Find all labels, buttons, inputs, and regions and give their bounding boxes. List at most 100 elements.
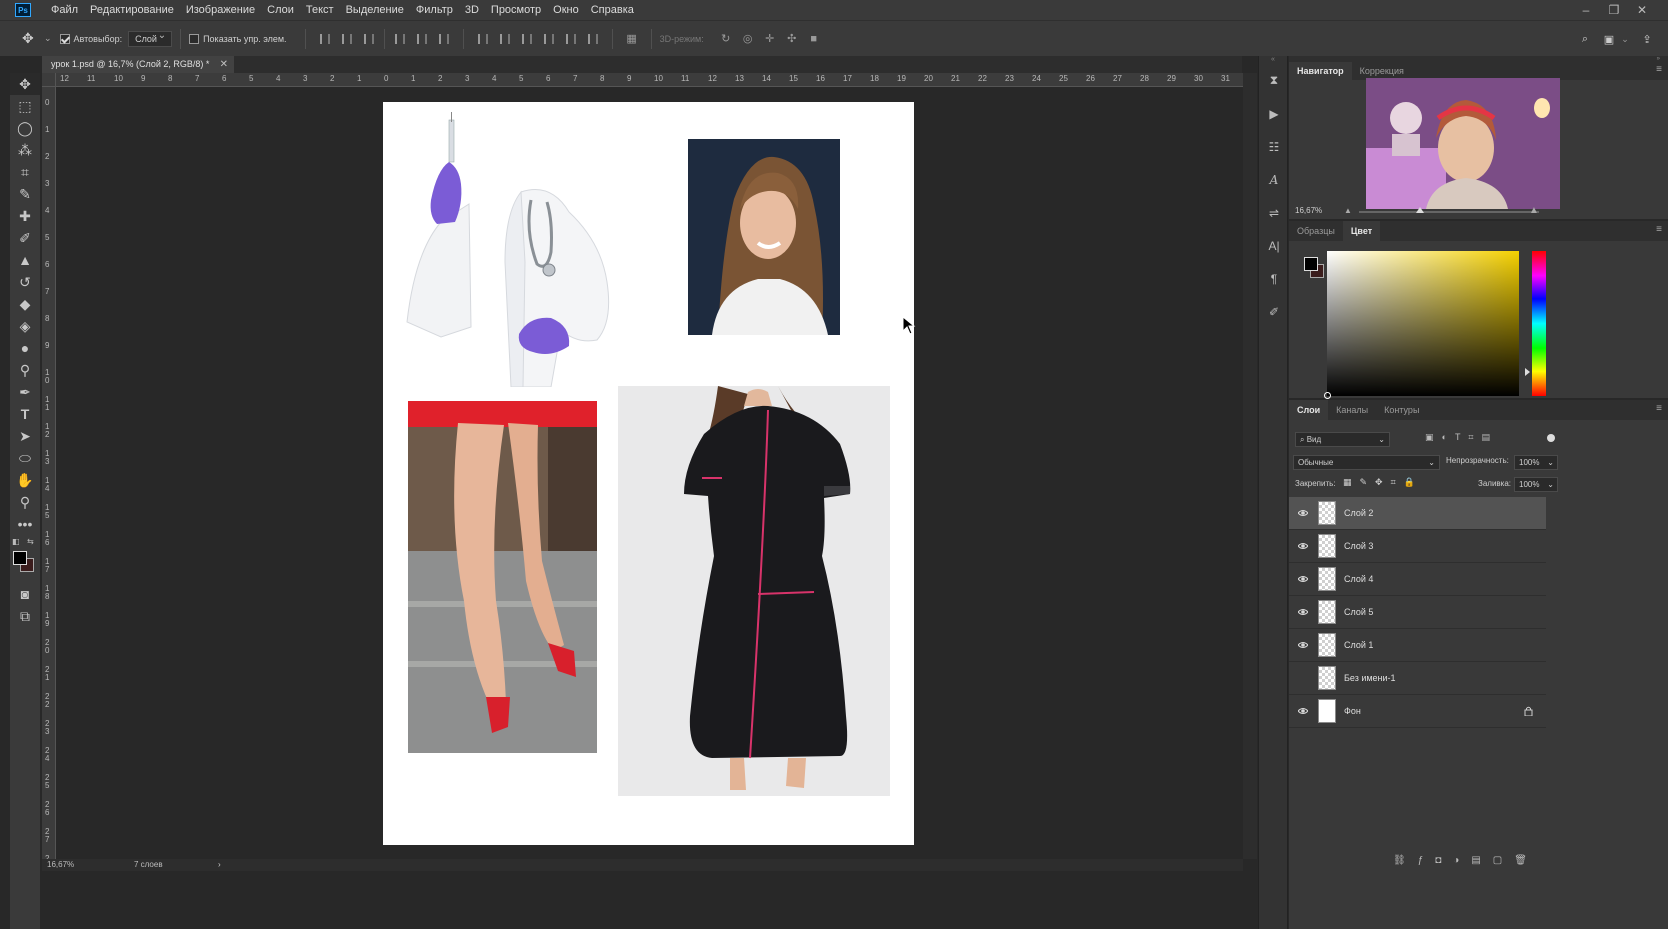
layer-row[interactable]: Слой 3 [1289, 530, 1546, 563]
brush-settings-panel-icon[interactable]: ✐ [1259, 295, 1289, 328]
stamp-tool-icon[interactable]: ▲ [10, 249, 40, 271]
layer-row[interactable]: Слой 5 [1289, 596, 1546, 629]
menu-item[interactable]: Изображение [180, 0, 261, 20]
paragraph-panel-icon[interactable]: ¶ [1259, 262, 1289, 295]
document-tab[interactable]: урок 1.psd @ 16,7% (Слой 2, RGB/8) * ✕ [42, 56, 234, 73]
quick-mask-icon[interactable]: ◙ [10, 583, 40, 605]
distribute-bottom-icon[interactable] [519, 32, 535, 46]
paint-bucket-tool-icon[interactable]: ◈ [10, 315, 40, 337]
workspace-icon[interactable]: ▣ [1601, 32, 1617, 46]
status-arrow-icon[interactable]: › [218, 859, 221, 871]
move-tool-icon[interactable]: ✥ [22, 30, 44, 47]
type-tool-icon[interactable]: T [10, 403, 40, 425]
path-selection-tool-icon[interactable]: ➤ [10, 425, 40, 447]
zoom-slider-track[interactable] [1359, 211, 1539, 213]
align-bottom-icon[interactable] [361, 32, 377, 46]
visibility-eye-icon[interactable] [1297, 508, 1309, 518]
layer-filter-select[interactable]: ⌕ Вид ⌄ [1295, 432, 1390, 447]
screen-mode-icon[interactable]: ⧉ [10, 605, 40, 627]
adjustments-panel-icon[interactable]: ⇌ [1259, 196, 1289, 229]
magic-wand-tool-icon[interactable]: ⁂ [10, 139, 40, 161]
hue-slider[interactable] [1532, 251, 1546, 396]
history-brush-tool-icon[interactable]: ↺ [10, 271, 40, 293]
canvas-area[interactable] [57, 88, 1243, 859]
close-tab-icon[interactable]: ✕ [220, 56, 228, 73]
swap-colors-icon[interactable]: ⇆ [27, 537, 34, 546]
marquee-tool-icon[interactable]: ⬚ [10, 95, 40, 117]
show-transform-checkbox[interactable] [189, 33, 200, 44]
layer-row[interactable]: Слой 2 [1289, 497, 1546, 530]
move-tool-icon[interactable]: ✥ [10, 73, 40, 95]
healing-brush-tool-icon[interactable]: ✚ [10, 205, 40, 227]
properties-panel-icon[interactable]: ☷ [1259, 130, 1289, 163]
foreground-color-swatch[interactable] [13, 551, 27, 565]
crop-tool-icon[interactable]: ⌗ [10, 161, 40, 183]
autoselect-checkbox[interactable] [59, 33, 70, 44]
ellipse-tool-icon[interactable]: ⬭ [10, 447, 40, 469]
pen-tool-icon[interactable]: ✒ [10, 381, 40, 403]
panel-menu-icon[interactable]: ≡ [1656, 224, 1662, 235]
menu-item[interactable]: Редактирование [84, 0, 180, 20]
history-panel-icon[interactable]: ⧗ [1259, 64, 1289, 97]
brush-tool-icon[interactable]: ✐ [10, 227, 40, 249]
filter-toggle-icon[interactable] [1547, 434, 1555, 442]
3d-slide-icon[interactable]: ✣ [784, 32, 800, 46]
align-vcenter-icon[interactable] [339, 32, 355, 46]
zoom-slider-handle[interactable] [1416, 207, 1424, 213]
collapse-strip-icon[interactable]: « [1259, 56, 1287, 64]
auto-align-icon[interactable]: ▦ [624, 32, 640, 46]
layer-row[interactable]: Слой 1 [1289, 629, 1546, 662]
hue-slider-handle[interactable] [1525, 368, 1530, 376]
menu-item[interactable]: Окно [547, 0, 585, 20]
tab-layers[interactable]: Слои [1289, 400, 1329, 420]
layer-filter-icons[interactable]: ▣◐T⌗▤ [1425, 432, 1498, 443]
horizontal-ruler[interactable]: 12 11 10 9 8 7 6 5 4 3 2 1 0 1 2 3 4 5 6 7 8 9 10 11 12 13 14 15 16 1… [56, 73, 1243, 87]
distribute-top-icon[interactable] [475, 32, 491, 46]
distribute-left-icon[interactable] [541, 32, 557, 46]
share-icon[interactable]: ⇪ [1639, 32, 1655, 46]
lock-options-icons[interactable]: ▦✎✥⌗🔒 [1343, 477, 1423, 488]
lasso-tool-icon[interactable]: ◯ [10, 117, 40, 139]
eraser-tool-icon[interactable]: ◆ [10, 293, 40, 315]
layer-row[interactable]: Фон [1289, 695, 1546, 728]
menu-item[interactable]: Слои [261, 0, 300, 20]
layer-row[interactable]: Слой 4 [1289, 563, 1546, 596]
blend-mode-select[interactable]: Обычные ⌄ [1293, 455, 1440, 470]
visibility-eye-icon[interactable] [1297, 706, 1309, 716]
zoom-tool-icon[interactable]: ⚲ [10, 491, 40, 513]
visibility-eye-icon[interactable] [1297, 640, 1309, 650]
blur-tool-icon[interactable]: ● [10, 337, 40, 359]
zoom-out-icon[interactable]: ▲ [1344, 206, 1352, 215]
dodge-tool-icon[interactable]: ⚲ [10, 359, 40, 381]
tab-color[interactable]: Цвет [1342, 221, 1381, 241]
color-picker-field[interactable] [1324, 251, 1519, 399]
ruler-origin[interactable] [42, 73, 56, 87]
vertical-scrollbar[interactable] [1243, 73, 1257, 859]
dress-photo[interactable] [618, 386, 890, 796]
3d-roll-icon[interactable]: ◎ [740, 32, 756, 46]
menu-item[interactable]: Фильтр [410, 0, 459, 20]
tab-paths[interactable]: Контуры [1376, 400, 1427, 420]
3d-video-icon[interactable]: ■ [806, 32, 822, 46]
actions-panel-icon[interactable]: ▶ [1259, 97, 1289, 130]
panel-menu-icon[interactable]: ≡ [1656, 403, 1662, 414]
distribute-right-icon[interactable] [585, 32, 601, 46]
doctor-photo[interactable] [401, 112, 633, 387]
opacity-input[interactable]: 100% ⌄ [1514, 455, 1558, 470]
align-top-icon[interactable] [317, 32, 333, 46]
character-panel-icon[interactable]: A| [1259, 229, 1289, 262]
align-left-icon[interactable] [392, 32, 408, 46]
menu-item[interactable]: Файл [45, 0, 84, 20]
tool-preset-chevron-icon[interactable]: ⌄ [44, 33, 52, 44]
visibility-eye-icon[interactable] [1297, 574, 1309, 584]
menu-item[interactable]: 3D [459, 0, 485, 20]
visibility-eye-icon[interactable] [1297, 541, 1309, 551]
navigator-zoom-value[interactable]: 16,67% [1295, 206, 1322, 215]
glyphs-panel-icon[interactable]: A [1259, 163, 1289, 196]
3d-pan-icon[interactable]: ✛ [762, 32, 778, 46]
menu-item[interactable]: Текст [300, 0, 340, 20]
tab-channels[interactable]: Каналы [1328, 400, 1376, 420]
vertical-ruler[interactable]: 0 1 2 3 4 5 6 7 8 9 1 0 1 1 1 2 1 3 1 4 1 5 1 6 1 7 1 8 1 9… [42, 87, 56, 859]
more-tools-icon[interactable]: ••• [10, 513, 40, 535]
visibility-eye-icon[interactable] [1298, 673, 1308, 683]
